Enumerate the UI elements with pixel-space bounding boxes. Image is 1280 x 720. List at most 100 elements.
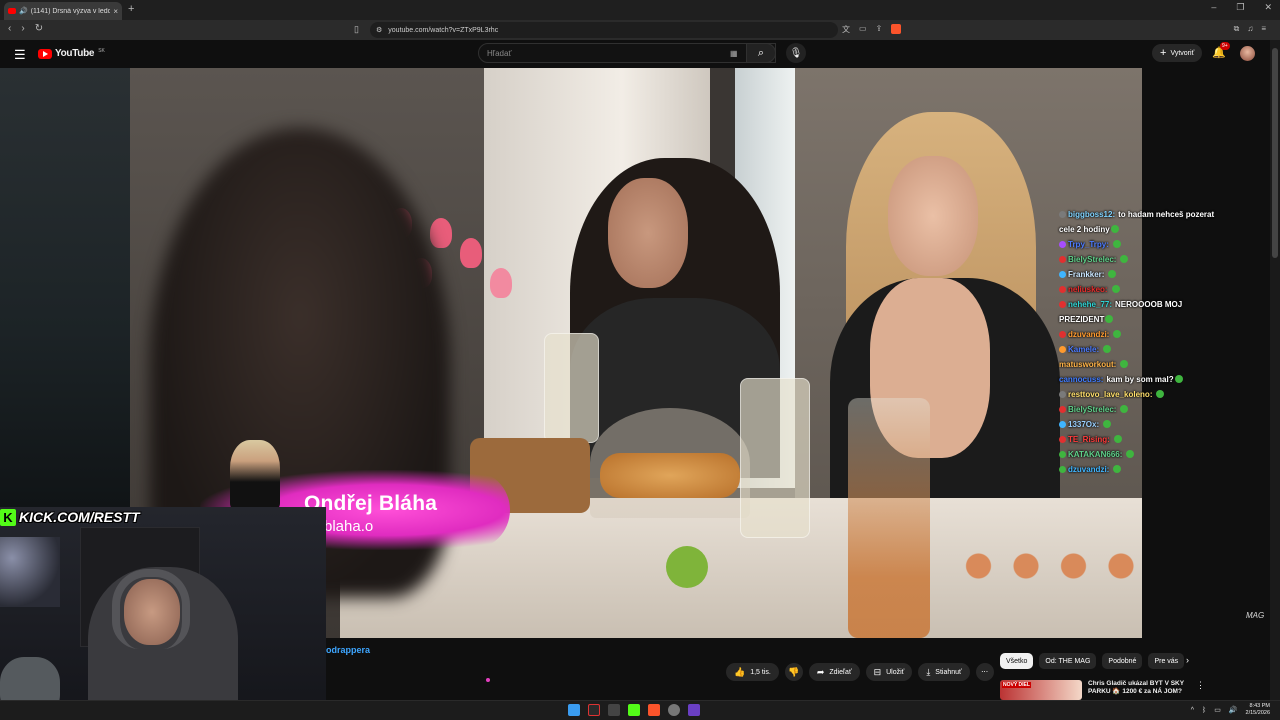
media-icon[interactable]: ♫	[1247, 24, 1253, 34]
stream-chat-overlay: biggboss12: to hadam nehceš pozerat cele …	[1059, 207, 1227, 477]
chat-username: cannocuss:	[1059, 375, 1104, 384]
like-button[interactable]: 👍 1,5 tis.	[726, 663, 779, 681]
avatar[interactable]	[1240, 46, 1255, 61]
start-icon[interactable]	[568, 704, 580, 716]
chat-emote-icon	[1126, 450, 1135, 458]
chat-badge-icon	[1059, 346, 1066, 353]
chat-emote-icon	[1156, 390, 1165, 398]
clock[interactable]: 8:43 PM 2/15/2026	[1246, 703, 1270, 717]
chat-username: Trpy_Trpy:	[1068, 240, 1109, 249]
page-scrollbar[interactable]	[1270, 40, 1280, 700]
volume-icon[interactable]: 🔊	[1229, 706, 1238, 714]
chat-emote-icon	[1111, 285, 1120, 293]
chat-badge-icon	[1059, 271, 1066, 278]
site-info-icon[interactable]: ⚙	[376, 26, 382, 34]
croissants	[600, 453, 740, 498]
extensions-icon[interactable]: ⧉	[1234, 24, 1240, 34]
close-window-button[interactable]: ✕	[1264, 2, 1272, 13]
save-button[interactable]: ⊟ Uložiť	[865, 663, 913, 681]
share-icon[interactable]: ⇪	[876, 24, 883, 35]
chip-related[interactable]: Podobné	[1102, 653, 1143, 669]
share-arrow-icon: ➦	[816, 666, 825, 677]
search-button[interactable]: ⌕	[746, 43, 776, 63]
chip-for-you[interactable]: Pre vás	[1148, 653, 1185, 669]
brave-app-icon[interactable]	[648, 704, 660, 716]
chat-emote-icon	[1103, 420, 1112, 428]
kick-overlay: K KICK.COM/RESTT	[0, 507, 140, 527]
recommended-title[interactable]: Chris Gladič ukázal BYT V SKY PARKU 🏠 12…	[1088, 680, 1193, 700]
keyboard-icon[interactable]: ▦	[730, 49, 738, 58]
chip-all[interactable]: Všetko	[1000, 653, 1034, 669]
chat-message: BielyStrelec:	[1059, 252, 1227, 267]
brave-shields-icon[interactable]	[891, 24, 902, 34]
chat-emote-icon	[1120, 255, 1129, 263]
chat-badge-icon	[1059, 436, 1066, 443]
recommended-menu-icon[interactable]: ⋮	[1196, 680, 1205, 691]
app-icon-3[interactable]	[688, 704, 700, 716]
forward-icon[interactable]: ›	[21, 23, 24, 34]
close-tab-icon[interactable]: ×	[113, 7, 118, 16]
chat-username: Kamele:	[1068, 345, 1100, 354]
reload-icon[interactable]: ↻	[35, 23, 43, 34]
scrollbar-thumb[interactable]	[1272, 48, 1278, 258]
chat-emote-icon	[1120, 360, 1129, 368]
obs-app-icon[interactable]	[668, 704, 680, 716]
more-actions-button[interactable]: ⋯	[975, 663, 994, 681]
channel-link[interactable]: odrappera	[326, 645, 370, 655]
voice-search-button[interactable]: 🎙	[786, 43, 806, 63]
menu-icon[interactable]: ≡	[1261, 24, 1266, 34]
new-tab-button[interactable]: +	[128, 3, 134, 15]
streamer-webcam	[0, 507, 326, 720]
browser-tab-youtube[interactable]: 🔊 (1141) Drsná výzva v ledové v... ×	[4, 2, 122, 20]
create-label: Vytvoriť	[1170, 49, 1195, 57]
share-button[interactable]: ➦ Zdieľať	[808, 663, 860, 681]
dislike-button[interactable]: 👎	[784, 663, 803, 681]
chat-message: matusworkout:	[1059, 357, 1227, 372]
chat-badge-icon	[1059, 466, 1066, 473]
chat-badge-icon	[1059, 391, 1066, 398]
address-bar[interactable]: ⚙ youtube.com/watch?v=ZTxP9L3rhc	[370, 22, 838, 38]
nav-buttons: ‹ › ↻	[8, 23, 43, 34]
webcam-face	[124, 579, 180, 645]
clock-time: 8:43 PM	[1249, 703, 1270, 709]
hamburger-menu-icon[interactable]: ☰	[14, 47, 26, 63]
bluetooth-icon[interactable]: ᛒ	[1202, 707, 1206, 714]
bookmark-save-icon: ⊟	[873, 666, 882, 677]
recommendation-chips: Všetko Od: THE MAG Podobné Pre vás	[1000, 653, 1185, 669]
kick-app-icon[interactable]	[628, 704, 640, 716]
cast-icon[interactable]: ▭	[859, 24, 867, 35]
chat-message: dzuvandzi:	[1059, 327, 1227, 342]
system-tray: ^ ᛒ ▭ 🔊 8:43 PM 2/15/2026	[1191, 703, 1270, 717]
chat-username: KATAKAN666:	[1068, 450, 1123, 459]
app-icon-1[interactable]	[588, 704, 600, 716]
network-icon[interactable]: ▭	[1214, 706, 1221, 714]
share-label: Zdieľať	[829, 668, 852, 676]
more-icon: ⋯	[981, 669, 989, 676]
bookmark-icon[interactable]: ▯	[354, 24, 359, 35]
download-button[interactable]: ⤓ Stiahnuť	[918, 663, 970, 681]
maximize-button[interactable]: ❐	[1236, 2, 1244, 13]
translate-icon[interactable]: 文	[842, 24, 850, 35]
oil-carafe	[848, 398, 930, 638]
chat-badge-icon	[1059, 406, 1066, 413]
chat-emote-icon	[1174, 375, 1183, 383]
chat-message: TE_Rising:	[1059, 432, 1227, 447]
chip-from-channel[interactable]: Od: THE MAG	[1039, 653, 1097, 669]
app-icon-2[interactable]	[608, 704, 620, 716]
tray-chevron-icon[interactable]: ^	[1191, 707, 1194, 714]
chat-emote-icon	[1105, 315, 1114, 323]
recommended-video[interactable]: NOVÝ DIEL Chris Gladič ukázal BYT V SKY …	[1000, 678, 1205, 700]
chips-next-icon[interactable]: ›	[1186, 655, 1189, 665]
channel-watermark: MAG	[1246, 611, 1265, 620]
back-icon[interactable]: ‹	[8, 23, 11, 34]
chat-emote-icon	[1113, 435, 1122, 443]
chat-username: resttovo_lave_koleno:	[1068, 390, 1153, 399]
like-count: 1,5 tis.	[750, 668, 771, 676]
chat-emote-icon	[1103, 345, 1112, 353]
youtube-logo[interactable]: YouTube SK	[38, 48, 105, 59]
chat-message: Kamele:	[1059, 342, 1227, 357]
create-button[interactable]: + Vytvoriť	[1152, 44, 1203, 62]
search-icon: ⌕	[757, 46, 765, 59]
minimize-button[interactable]: –	[1211, 2, 1216, 13]
plus-icon: +	[1160, 47, 1167, 59]
